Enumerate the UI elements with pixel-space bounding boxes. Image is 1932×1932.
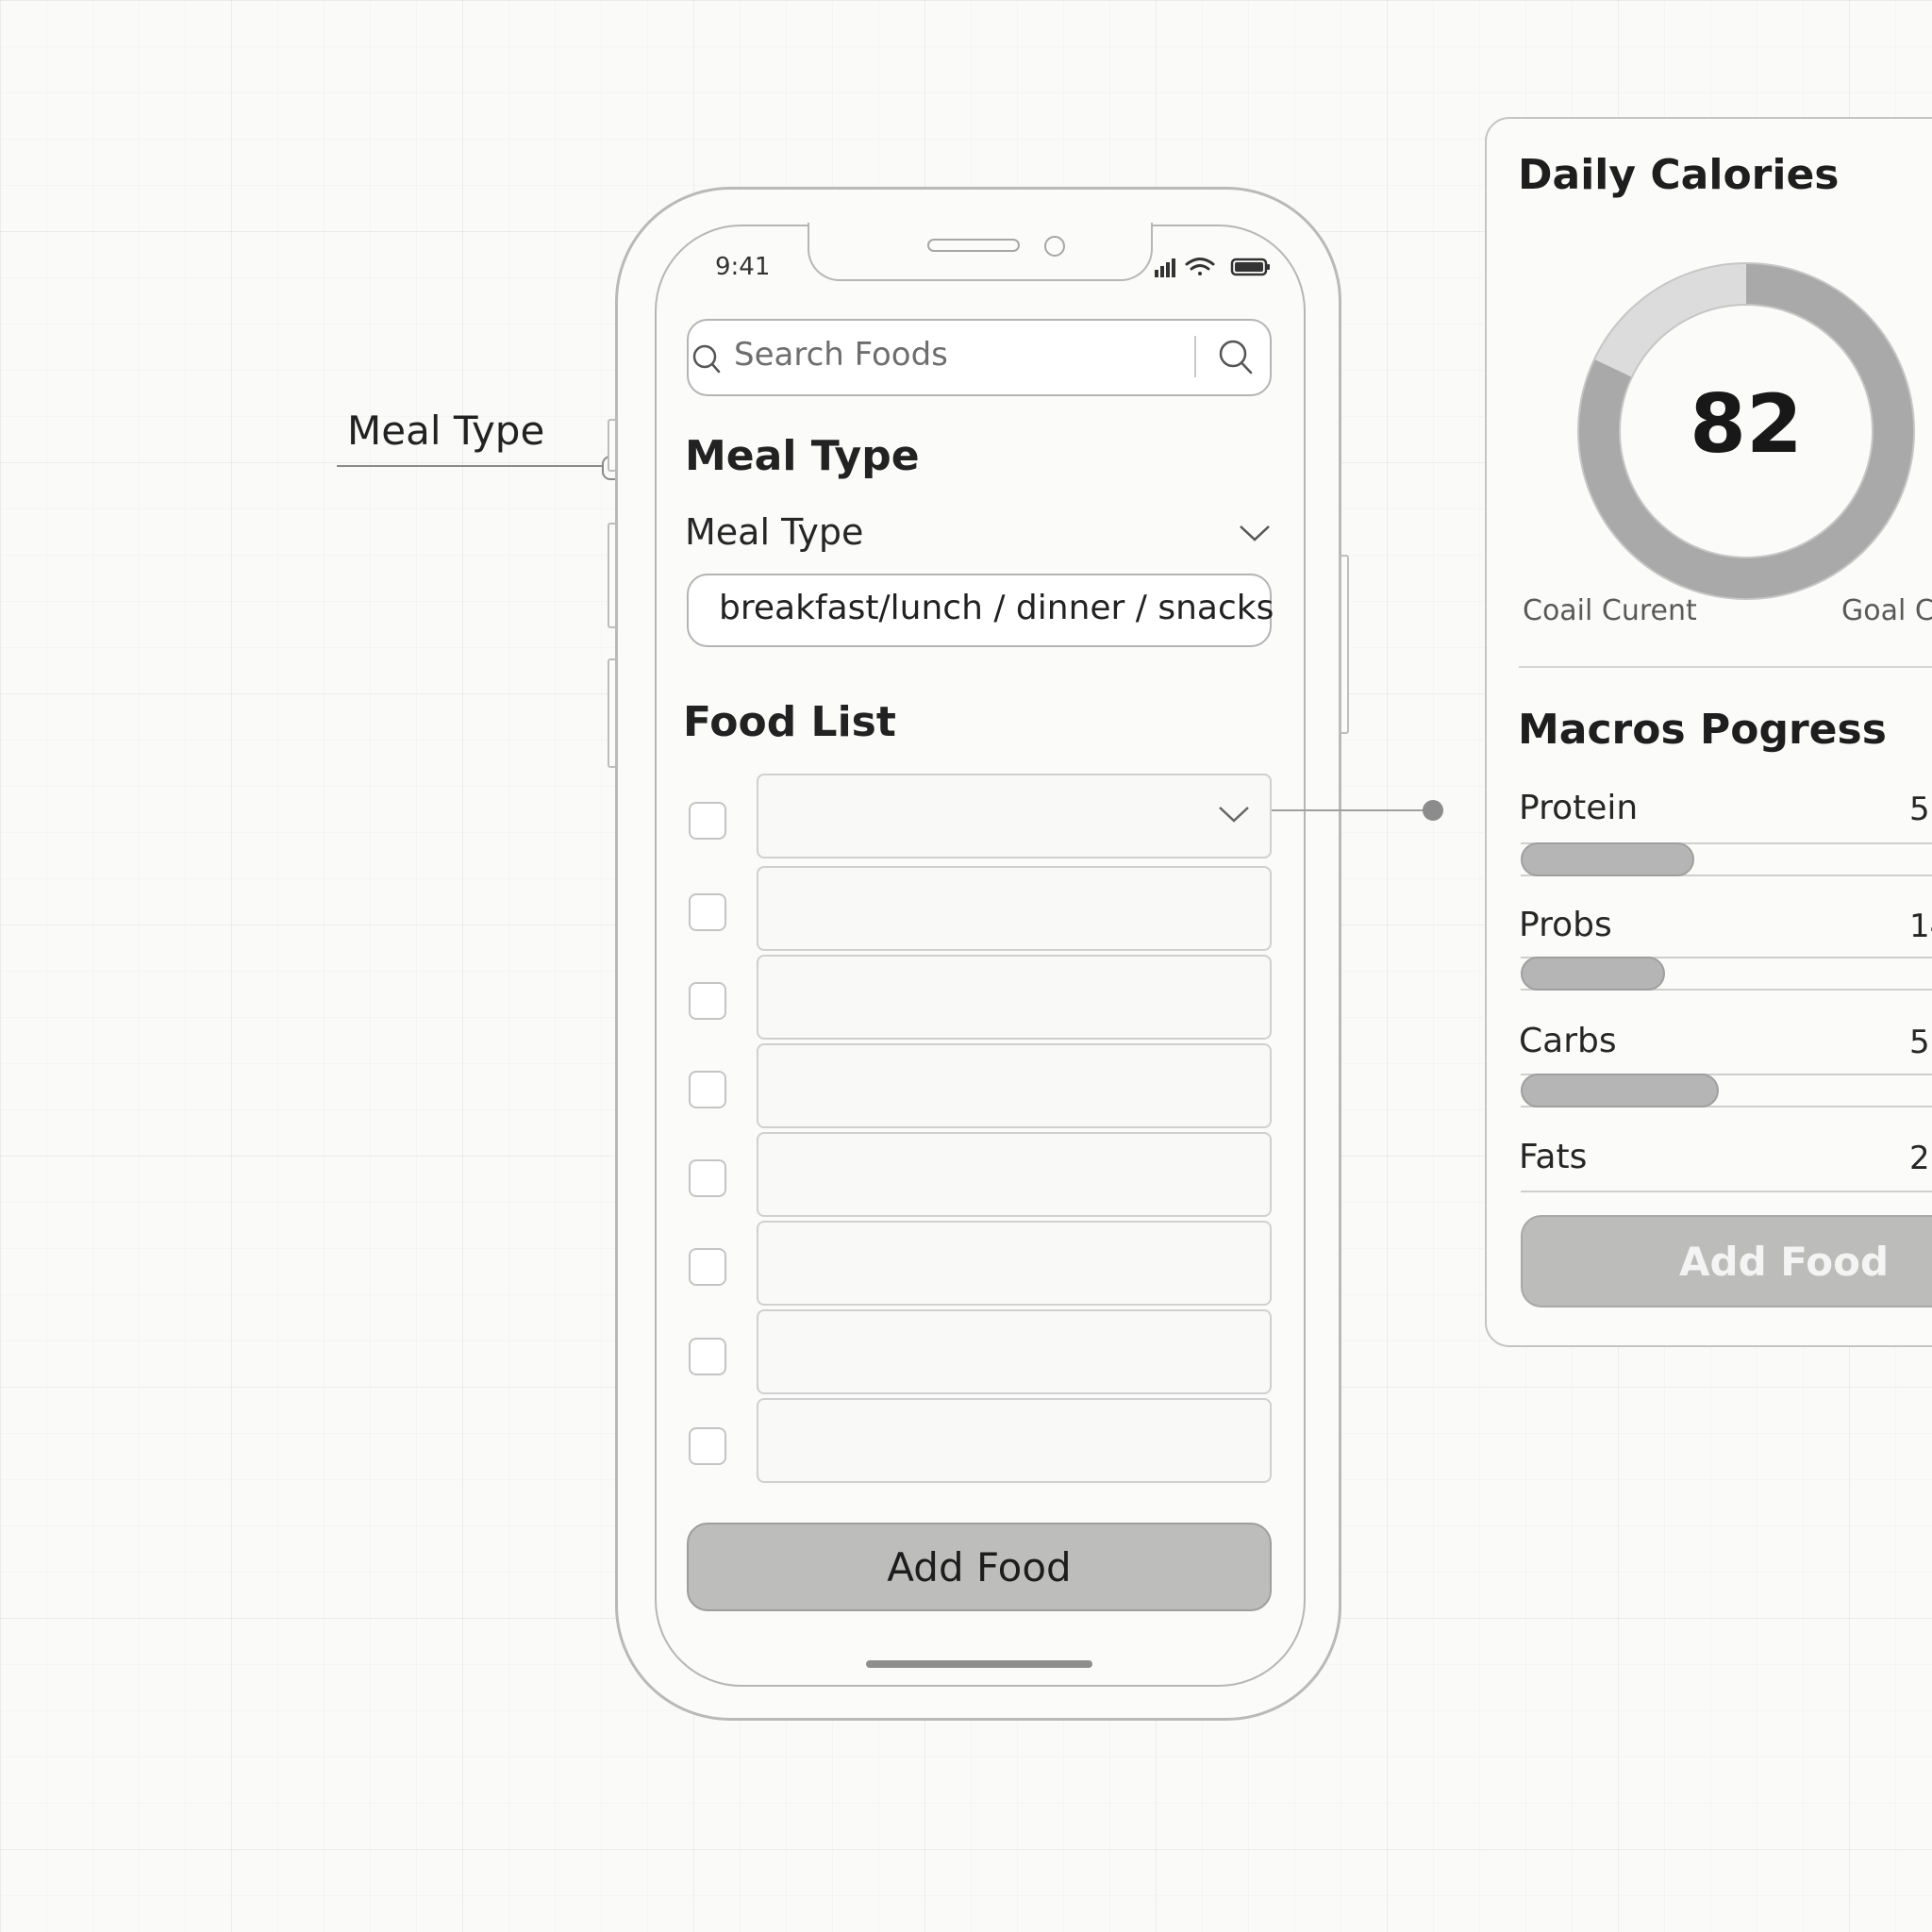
macro-protein-bar [1521, 842, 1694, 876]
macro-probs-value: 14 [1909, 908, 1932, 945]
food-row-checkbox[interactable] [689, 802, 726, 840]
phone-volume-down-button [608, 658, 617, 768]
food-row-checkbox[interactable] [689, 1159, 726, 1197]
food-row[interactable] [757, 866, 1272, 951]
calorie-value: 82 [1690, 377, 1803, 472]
cellular-signal-icon [1155, 258, 1175, 277]
food-row-checkbox[interactable] [689, 1338, 726, 1375]
food-row-checkbox[interactable] [689, 1248, 726, 1286]
wifi-icon [1185, 258, 1215, 275]
macro-carbs-bar [1521, 1074, 1719, 1108]
food-list-heading: Food List [683, 698, 896, 746]
calorie-goal-label: Goal C [1841, 594, 1932, 627]
calorie-current-label: Coail Curent [1523, 594, 1697, 627]
add-food-button[interactable]: Add Food [687, 1523, 1272, 1611]
macro-probs-label: Probs [1519, 906, 1612, 944]
meal-type-label: Meal Type [685, 511, 864, 553]
phone-volume-up-button [608, 523, 617, 628]
phone-speaker [927, 239, 1020, 252]
macro-fats-value: 2 [1909, 1140, 1930, 1177]
meal-type-heading: Meal Type [685, 432, 920, 480]
status-icons [1155, 258, 1270, 277]
macro-carbs-value: 53 [1909, 1024, 1932, 1061]
phone-notch [808, 223, 1153, 281]
search-placeholder: Search Foods [734, 336, 948, 374]
phone-mute-switch [608, 419, 617, 472]
food-row-checkbox[interactable] [689, 982, 726, 1020]
panel-divider [1519, 666, 1932, 668]
macro-protein-label: Protein [1519, 789, 1639, 827]
chevron-down-icon[interactable] [1217, 804, 1251, 824]
macro-probs-bar [1521, 957, 1665, 991]
food-row-dropdown[interactable] [757, 774, 1272, 858]
search-button-icon[interactable] [1217, 338, 1255, 377]
phone-camera [1044, 236, 1065, 257]
food-row[interactable] [757, 1132, 1272, 1217]
panel-connector-line [1272, 809, 1434, 811]
food-row[interactable] [757, 1309, 1272, 1394]
panel-connector-dot [1423, 800, 1443, 821]
add-food-button[interactable]: Add Food [1521, 1215, 1932, 1307]
meal-type-select-value: breakfast/lunch / dinner / snacks [719, 589, 1274, 627]
meal-type-callout-label: Meal Type [347, 408, 545, 454]
food-row-checkbox[interactable] [689, 893, 726, 931]
macro-protein-value: 52 [1909, 791, 1932, 828]
status-time: 9:41 [715, 253, 771, 281]
food-row[interactable] [757, 1043, 1272, 1128]
search-divider [1194, 336, 1196, 377]
chevron-down-icon[interactable] [1238, 523, 1272, 543]
macro-carbs-label: Carbs [1519, 1022, 1617, 1060]
food-row[interactable] [757, 1398, 1272, 1483]
food-row[interactable] [757, 955, 1272, 1040]
home-indicator [866, 1660, 1092, 1668]
food-row-checkbox[interactable] [689, 1071, 726, 1108]
macro-fats-label: Fats [1519, 1138, 1588, 1176]
macros-progress-title: Macros Pogress [1518, 706, 1887, 754]
food-row[interactable] [757, 1221, 1272, 1306]
daily-calories-title: Daily Calories [1518, 151, 1840, 199]
food-row-checkbox[interactable] [689, 1427, 726, 1465]
macro-fats-track [1521, 1191, 1932, 1192]
callout-connector-line [337, 465, 608, 467]
battery-icon [1230, 258, 1270, 276]
phone-power-button [1340, 555, 1349, 734]
search-icon [692, 344, 721, 374]
